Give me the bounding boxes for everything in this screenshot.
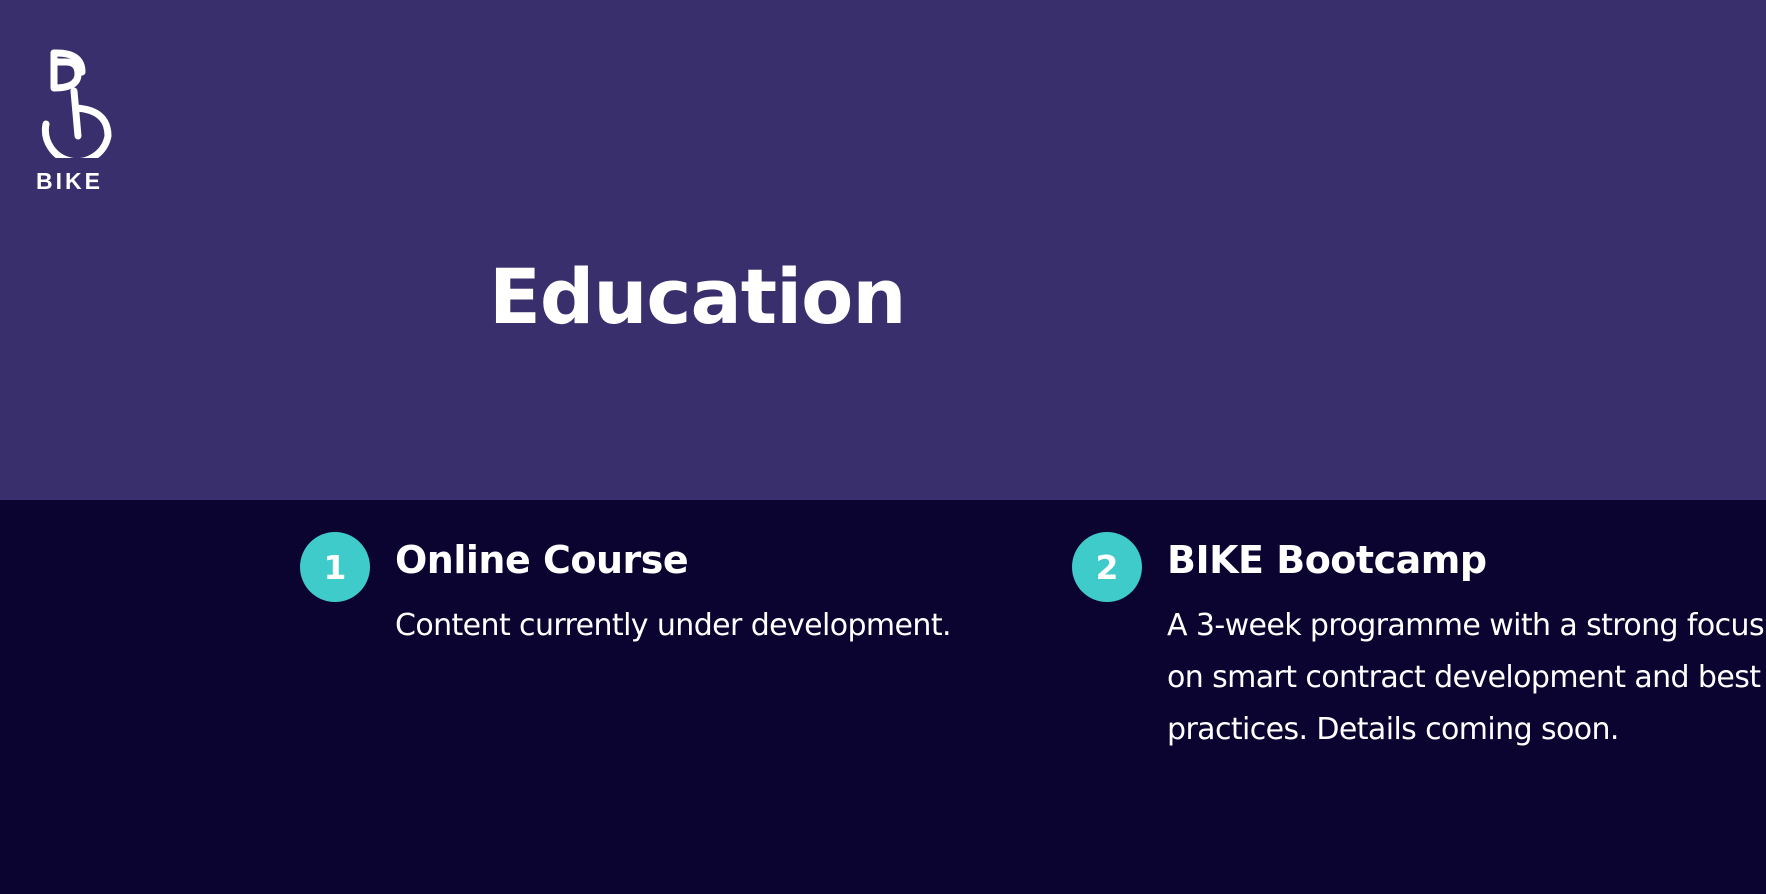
bike-logo-link[interactable]: BIKE: [36, 48, 116, 193]
program-description: A 3-week programme with a strong focus o…: [1167, 608, 1765, 747]
page: BIKE Education 1 Online Course Content c…: [0, 0, 1766, 894]
step-number-badge: 1: [300, 532, 370, 602]
program-title: BIKE Bootcamp: [1167, 538, 1487, 582]
logo-text: BIKE: [36, 168, 103, 194]
step-number-badge: 2: [1072, 532, 1142, 602]
page-title: Education: [489, 252, 906, 341]
program-description: Content currently under development.: [395, 608, 952, 643]
bike-logo-icon: [41, 49, 112, 158]
program-title: Online Course: [395, 538, 689, 582]
hero-section: BIKE Education: [0, 0, 1766, 500]
